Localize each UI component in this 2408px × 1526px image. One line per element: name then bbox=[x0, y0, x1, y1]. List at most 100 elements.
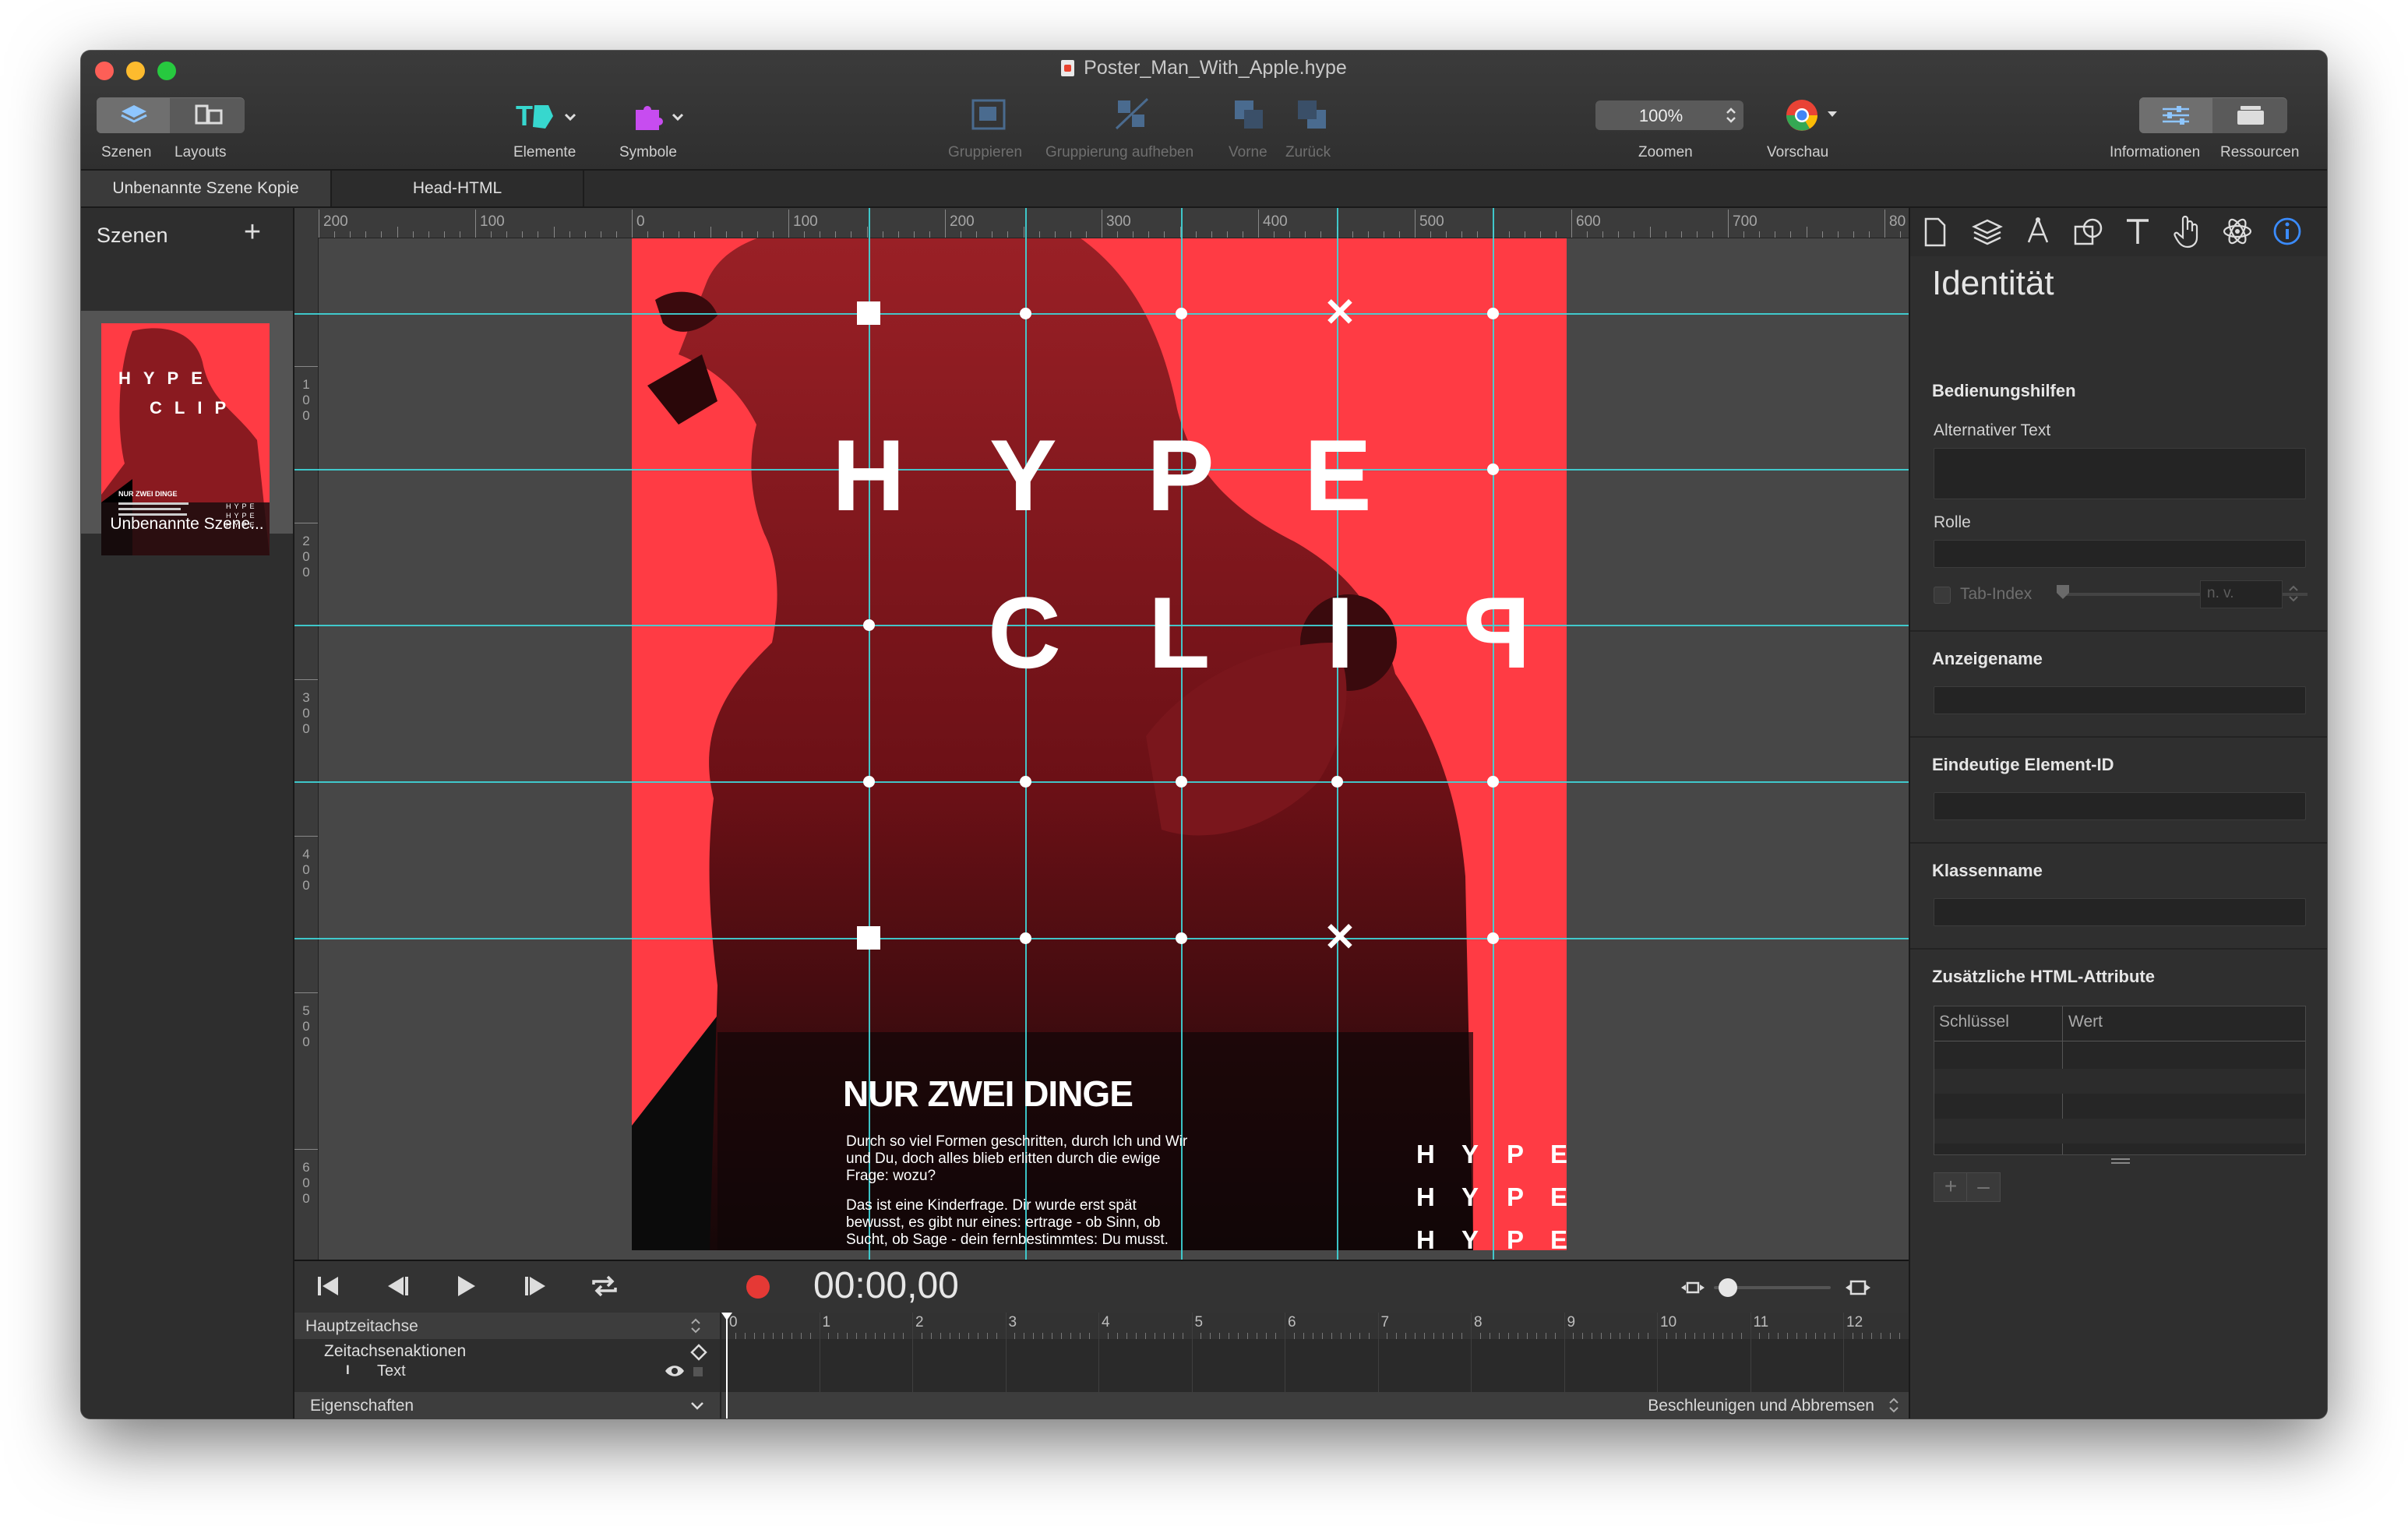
loop-icon[interactable] bbox=[589, 1272, 620, 1300]
horizontal-guide[interactable] bbox=[294, 313, 1909, 315]
ruler-minor-tick bbox=[1446, 231, 1447, 238]
ruler-tick bbox=[1728, 210, 1729, 238]
record-button[interactable] bbox=[746, 1275, 770, 1299]
timeline-ruler[interactable]: 0 1 2 3 4 5 6 7 8 9 10 11 12 bbox=[721, 1313, 1928, 1339]
ruler-minor-tick bbox=[1868, 231, 1870, 238]
text-layer-label[interactable]: Text bbox=[377, 1362, 406, 1380]
canvas-area[interactable]: 200 100 0 100 200 300 400 500 600 700 80 100 200 300… bbox=[294, 208, 1909, 1260]
ruler-minor-tick bbox=[694, 231, 696, 238]
clip-letter-mirrored[interactable]: P bbox=[1463, 574, 1531, 691]
resize-handle[interactable] bbox=[2111, 1158, 2130, 1160]
remove-attribute-button[interactable]: – bbox=[1966, 1172, 2001, 1202]
document-icon[interactable] bbox=[1923, 217, 1946, 247]
step-forward-icon[interactable] bbox=[520, 1272, 552, 1300]
horizontal-guide[interactable] bbox=[294, 625, 1909, 626]
poster-paragraph-1[interactable]: Durch so viel Formen geschritten, durch … bbox=[846, 1133, 1189, 1185]
ruler-minor-tick bbox=[772, 231, 774, 238]
group-icon[interactable] bbox=[968, 97, 1009, 133]
class-name-field[interactable] bbox=[1934, 898, 2306, 926]
hype-letter[interactable]: H bbox=[832, 417, 905, 534]
eye-icon[interactable] bbox=[664, 1364, 686, 1378]
properties-label: Eigenschaften bbox=[310, 1397, 414, 1415]
attributes-table[interactable]: Schlüssel Wert bbox=[1934, 1006, 2306, 1155]
tab-scene[interactable]: Unbenannte Szene Kopie bbox=[81, 171, 332, 206]
alt-text-field[interactable] bbox=[1934, 448, 2306, 499]
tab-index-field[interactable]: n. v. bbox=[2200, 580, 2283, 608]
hand-icon[interactable] bbox=[2172, 214, 2203, 248]
display-name-field[interactable] bbox=[1934, 686, 2306, 714]
clip-letter[interactable]: L bbox=[1148, 574, 1210, 691]
text-icon[interactable] bbox=[2124, 216, 2152, 247]
stepper-icon[interactable] bbox=[2287, 582, 2300, 605]
add-scene-button[interactable]: + bbox=[237, 216, 268, 249]
ruler-minor-tick bbox=[553, 227, 555, 238]
clip-letter[interactable]: C bbox=[988, 574, 1061, 691]
lock-toggle[interactable] bbox=[693, 1367, 703, 1376]
easing-select[interactable]: Beschleunigen und Abbremsen bbox=[721, 1392, 1909, 1419]
ruler-label: 100 bbox=[302, 377, 310, 423]
play-icon[interactable] bbox=[450, 1272, 481, 1300]
ruler-label: 500 bbox=[1419, 213, 1444, 230]
hype-letter[interactable]: Y bbox=[989, 417, 1057, 534]
resources-toggle[interactable] bbox=[2214, 97, 2287, 133]
scenes-toggle[interactable] bbox=[97, 97, 170, 133]
zoom-in-timeline-icon[interactable] bbox=[1845, 1277, 1871, 1299]
slider-thumb-icon[interactable] bbox=[2055, 583, 2071, 601]
tab-index-checkbox[interactable] bbox=[1934, 587, 1951, 604]
tab-head-html[interactable]: Head-HTML bbox=[332, 171, 584, 206]
horizontal-guide[interactable] bbox=[294, 469, 1909, 470]
timeline-minor-tick bbox=[856, 1333, 858, 1339]
timeline-minor-tick bbox=[763, 1333, 764, 1339]
ruler-minor-tick bbox=[897, 231, 899, 238]
svg-text:HYPE: HYPE bbox=[118, 368, 215, 388]
tab-index-value: n. v. bbox=[2207, 585, 2234, 601]
info-icon[interactable] bbox=[2272, 216, 2303, 247]
playhead-handle-icon[interactable] bbox=[721, 1313, 734, 1322]
atom-icon[interactable] bbox=[2222, 216, 2253, 247]
divider bbox=[1910, 948, 2327, 950]
role-field[interactable] bbox=[1934, 540, 2306, 568]
hype-letter[interactable]: E bbox=[1304, 417, 1372, 534]
layouts-toggle[interactable] bbox=[171, 97, 245, 133]
divider bbox=[1910, 736, 2327, 738]
symbols-menu[interactable] bbox=[631, 99, 693, 133]
playhead[interactable] bbox=[726, 1313, 728, 1419]
layers-icon[interactable] bbox=[1971, 217, 2004, 247]
timeline-tracks[interactable]: 0 1 2 3 4 5 6 7 8 9 10 11 12 Beschleunigen und Abbre… bbox=[721, 1313, 1928, 1419]
send-back-icon[interactable] bbox=[1295, 97, 1331, 133]
horizontal-guide[interactable] bbox=[294, 938, 1909, 939]
add-attribute-button[interactable]: + bbox=[1934, 1172, 1968, 1202]
vertical-guide[interactable] bbox=[1181, 208, 1183, 1260]
elements-menu[interactable]: T bbox=[514, 99, 584, 133]
step-back-icon[interactable] bbox=[382, 1272, 413, 1300]
clip-letter[interactable]: I bbox=[1326, 574, 1354, 691]
poster-paragraph-2[interactable]: Das ist eine Kinderfrage. Dir wurde erst… bbox=[846, 1197, 1189, 1249]
info-toggle[interactable] bbox=[2139, 97, 2212, 133]
hype-letter[interactable]: P bbox=[1147, 417, 1215, 534]
ungroup-icon[interactable] bbox=[1112, 97, 1152, 133]
zoom-out-timeline-icon[interactable] bbox=[1680, 1278, 1706, 1297]
shapes-icon[interactable] bbox=[2072, 216, 2105, 247]
preview-menu[interactable] bbox=[1784, 97, 1846, 133]
hype-small-letter: H bbox=[1416, 1140, 1435, 1168]
grid-dot bbox=[1176, 932, 1187, 944]
scene-item[interactable]: HYPE CLIP NUR ZWEI DINGE HYPE HYPE HYPE … bbox=[81, 311, 293, 555]
ruler-minor-tick bbox=[976, 231, 978, 238]
pen-icon[interactable] bbox=[2024, 216, 2052, 247]
bring-front-icon[interactable] bbox=[1232, 97, 1267, 133]
timeline-minor-tick bbox=[1349, 1333, 1351, 1339]
timeline-zoom-knob[interactable] bbox=[1719, 1278, 1737, 1297]
poster-headline[interactable]: NUR ZWEI DINGE bbox=[843, 1073, 1133, 1115]
ruler-minor-tick bbox=[866, 227, 868, 238]
horizontal-guide[interactable] bbox=[294, 781, 1909, 783]
vertical-guide[interactable] bbox=[1493, 208, 1494, 1260]
main-timeline-select[interactable]: Hauptzeitachse bbox=[294, 1313, 720, 1339]
go-to-start-icon[interactable] bbox=[313, 1272, 344, 1300]
element-id-field[interactable] bbox=[1934, 792, 2306, 820]
timeline-minor-tick bbox=[1666, 1333, 1667, 1339]
timeline-minor-tick bbox=[1629, 1333, 1631, 1339]
add-keyframe-icon[interactable] bbox=[690, 1344, 707, 1361]
zoom-select[interactable]: 100% bbox=[1595, 100, 1743, 130]
vertical-guide[interactable] bbox=[1337, 208, 1338, 1260]
properties-select[interactable]: Eigenschaften bbox=[294, 1392, 720, 1419]
